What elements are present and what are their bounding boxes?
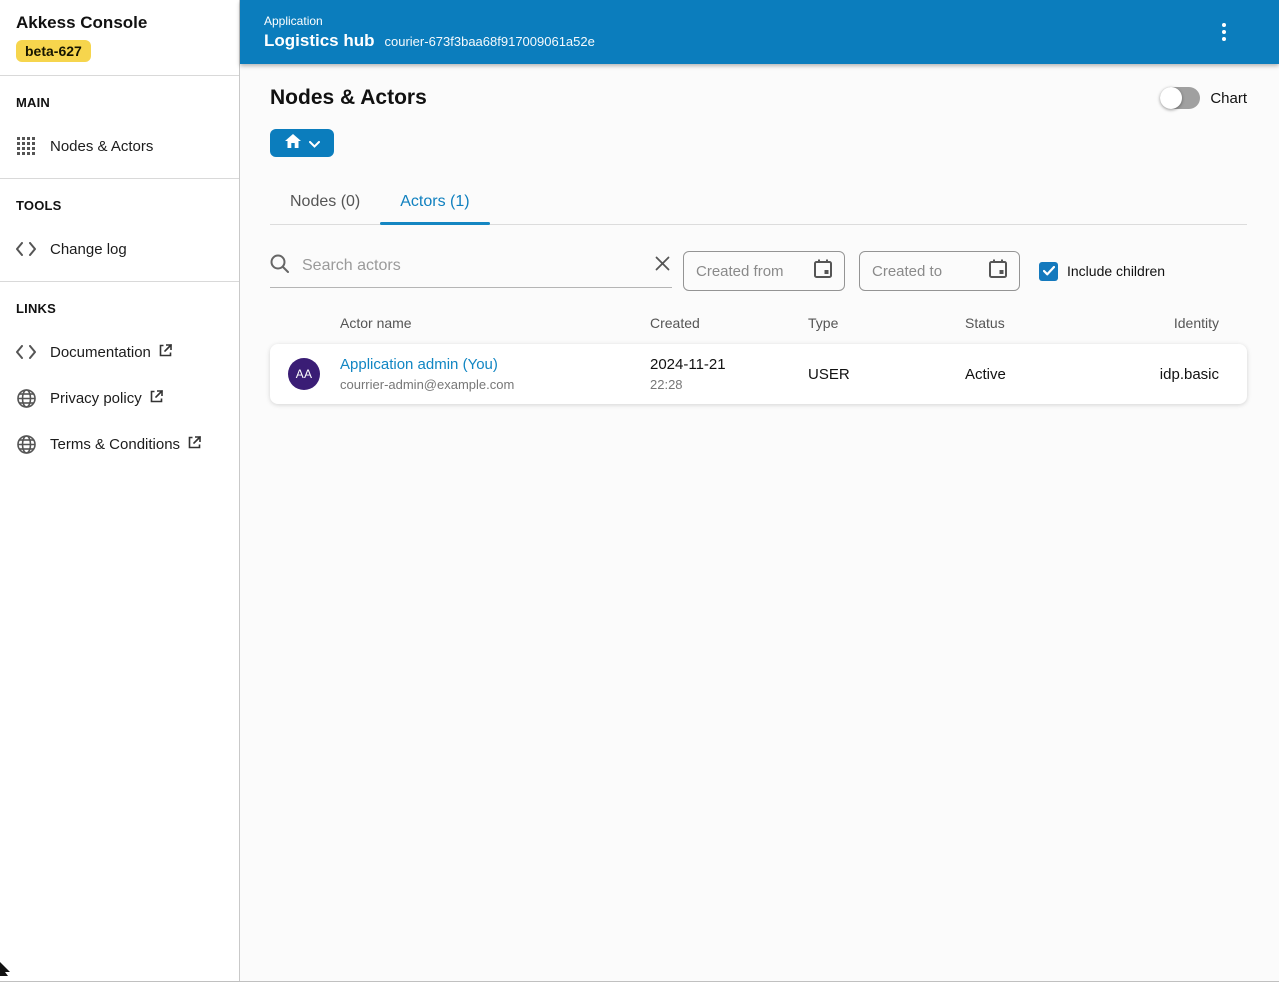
created-to-placeholder: Created to	[872, 262, 943, 280]
actor-type: USER	[808, 365, 850, 383]
header-context-label: Application	[264, 13, 323, 28]
sidebar-item-label: Nodes & Actors	[50, 137, 154, 155]
page-content: Nodes & Actors Chart Nodes (0) Actors (1…	[240, 64, 1279, 981]
search-input[interactable]	[302, 257, 655, 275]
sidebar-item-label: Change log	[50, 240, 127, 258]
chart-toggle-label: Chart	[1210, 89, 1247, 107]
calendar-icon[interactable]	[989, 259, 1007, 283]
version-badge: beta-627	[16, 40, 91, 62]
sidebar-item-privacy-policy[interactable]: Privacy policy	[16, 388, 223, 408]
chart-toggle[interactable]	[1160, 87, 1201, 109]
sidebar: Akkess Console beta-627 MAIN Nodes & Act…	[0, 0, 240, 981]
section-label-tools: TOOLS	[16, 198, 62, 213]
globe-icon	[16, 388, 36, 408]
external-link-icon	[188, 435, 201, 453]
actor-identity: idp.basic	[1159, 365, 1219, 383]
header-app-name: Logistics hub	[264, 30, 375, 50]
search-field[interactable]	[270, 254, 672, 288]
external-link-icon	[150, 389, 163, 407]
calendar-icon[interactable]	[814, 259, 832, 283]
created-from-field[interactable]: Created from	[683, 251, 845, 291]
table-row[interactable]: AA Application admin (You) courrier-admi…	[270, 344, 1247, 404]
include-children-checkbox[interactable]: Include children	[1039, 261, 1166, 281]
globe-icon	[16, 434, 36, 454]
app-branding: Akkess Console beta-627	[0, 0, 239, 75]
filters-row: Created from Created to	[270, 251, 1247, 291]
table-header-row: Actor name Created Type Status Identity	[270, 315, 1247, 344]
created-from-placeholder: Created from	[696, 262, 784, 280]
sidebar-section-links: LINKS Documentation Privacy policy Terms…	[0, 282, 239, 476]
section-label-main: MAIN	[16, 95, 51, 110]
sidebar-section-tools: TOOLS Change log	[0, 179, 239, 281]
page-title: Nodes & Actors	[270, 86, 427, 109]
tab-actors[interactable]: Actors (1)	[380, 182, 490, 225]
clear-search-icon[interactable]	[655, 256, 670, 276]
sidebar-section-main: MAIN Nodes & Actors	[0, 76, 239, 178]
chart-toggle-knob	[1160, 87, 1183, 109]
main-area: Application Logistics hub courier-673f3b…	[240, 0, 1279, 981]
created-to-field[interactable]: Created to	[859, 251, 1020, 291]
code-icon	[16, 239, 36, 259]
sidebar-item-terms-conditions[interactable]: Terms & Conditions	[16, 434, 223, 454]
actor-email: courrier-admin@example.com	[340, 377, 515, 392]
search-icon	[270, 254, 289, 278]
kebab-menu-icon[interactable]	[1207, 15, 1241, 49]
code-icon	[16, 342, 36, 362]
col-avatar	[270, 315, 340, 331]
sidebar-item-nodes-actors[interactable]: Nodes & Actors	[16, 136, 223, 156]
col-created: Created	[650, 315, 700, 331]
home-icon	[284, 134, 301, 152]
sidebar-item-label: Privacy policy	[50, 389, 142, 407]
tab-nodes[interactable]: Nodes (0)	[270, 182, 380, 224]
created-time: 22:28	[650, 377, 683, 392]
sidebar-item-change-log[interactable]: Change log	[16, 239, 223, 259]
mouse-cursor	[0, 960, 14, 981]
col-type: Type	[808, 315, 839, 331]
header-app-id: courier-673f3baa68f917009061a52e	[384, 33, 595, 49]
sidebar-item-label: Terms & Conditions	[50, 435, 181, 453]
external-link-icon	[159, 343, 172, 361]
app-header: Application Logistics hub courier-673f3b…	[240, 0, 1279, 64]
actors-table: Actor name Created Type Status Identity …	[270, 315, 1247, 404]
actor-status: Active	[965, 365, 1006, 383]
col-identity: Identity	[1173, 315, 1219, 331]
col-actor-name: Actor name	[340, 315, 412, 331]
checkbox-checked-icon	[1039, 261, 1058, 281]
grid-icon	[16, 136, 36, 156]
avatar: AA	[288, 358, 320, 390]
created-date: 2024-11-21	[650, 356, 726, 373]
chevron-down-icon	[308, 136, 320, 151]
node-picker-button[interactable]	[270, 129, 334, 157]
section-label-links: LINKS	[16, 301, 56, 316]
include-children-label: Include children	[1067, 263, 1166, 279]
sidebar-item-documentation[interactable]: Documentation	[16, 342, 223, 362]
app-title: Akkess Console	[16, 13, 148, 32]
sidebar-item-label: Documentation	[50, 343, 151, 361]
col-status: Status	[965, 315, 1005, 331]
actor-name-link[interactable]: Application admin (You)	[340, 356, 650, 373]
tab-bar: Nodes (0) Actors (1)	[270, 182, 1247, 225]
